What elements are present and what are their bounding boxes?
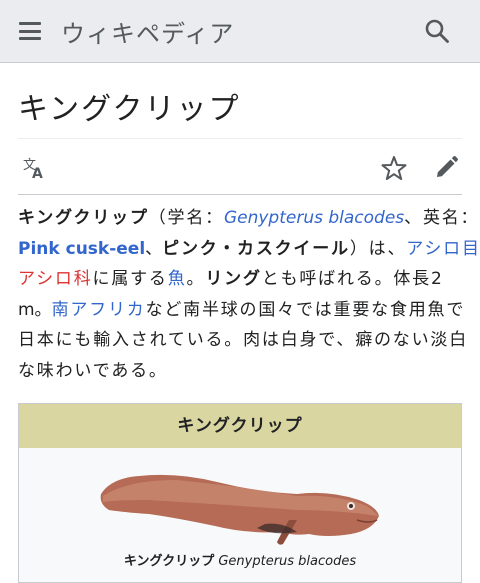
text-fragment: とも呼ばれる。体長2	[261, 269, 444, 289]
title-divider	[18, 138, 462, 139]
top-bar: ウィキペディア	[0, 0, 480, 63]
paragraph-line: Pink cusk-eel、ピンク・カスクイール）は、アシロ目	[18, 234, 479, 265]
infobox: キングクリップ キングクリップ Genypterus blacodes	[18, 403, 462, 583]
svg-text:A: A	[32, 166, 43, 181]
paragraph-line: な味わいである。	[18, 360, 168, 381]
lead-paragraph: キングクリップ（学名：Genypterus blacodes、英名： Pink …	[18, 203, 479, 386]
infobox-title: キングクリップ	[19, 404, 461, 448]
page-title: キングクリップ	[18, 92, 241, 127]
scientific-name: Genypterus blacodes	[223, 208, 405, 228]
language-icon[interactable]: 文 A	[22, 155, 48, 181]
wikipedia-wordmark[interactable]: ウィキペディア	[61, 14, 234, 49]
caption-scientific-name: Genypterus blacodes	[218, 554, 357, 569]
scientific-name-link[interactable]: Genypterus blacodes	[224, 208, 404, 228]
star-icon[interactable]	[380, 154, 408, 182]
caption-name: キングクリップ	[123, 554, 215, 569]
text-fragment: ）は、	[349, 238, 407, 259]
paragraph-line: 日本にも輸入されている。肉は白身で、癖のない淡白	[18, 330, 469, 350]
menu-icon[interactable]	[19, 22, 41, 40]
image-caption: キングクリップ Genypterus blacodes	[19, 550, 461, 569]
text-fragment: m。	[18, 299, 52, 320]
text-fragment: など南半球の国々では重要な食用魚で	[145, 299, 466, 320]
paragraph-line: キングクリップ（学名：Genypterus blacodes、英名：	[18, 203, 478, 234]
south-africa-link[interactable]: 南アフリカ	[52, 300, 146, 320]
order-link[interactable]: アシロ目	[406, 239, 480, 259]
edit-icon[interactable]	[433, 155, 459, 181]
text-fragment: 。	[186, 269, 206, 289]
paragraph-line: m。南アフリカなど南半球の国々では重要な食用魚で	[18, 295, 464, 326]
search-icon[interactable]	[424, 18, 450, 44]
toolbar-divider	[18, 194, 462, 195]
family-redlink[interactable]: アシロ科	[18, 269, 93, 289]
paragraph-line: アシロ科に属する魚。リングとも呼ばれる。体長2	[18, 264, 464, 295]
text-fragment: 、	[145, 238, 163, 259]
text-fragment: 、英名：	[404, 208, 480, 228]
english-name-link[interactable]: Pink cusk-eel	[18, 239, 145, 259]
fish-image[interactable]	[97, 454, 381, 546]
text-fragment: （学名：	[148, 208, 224, 228]
text-fragment: に属する	[92, 269, 168, 289]
alt-name-bold: リング	[205, 269, 262, 289]
katakana-name-bold: ピンク・カスクイール	[162, 238, 350, 259]
article-subject-bold: キングクリップ	[18, 208, 149, 228]
fish-link[interactable]: 魚	[168, 269, 187, 289]
